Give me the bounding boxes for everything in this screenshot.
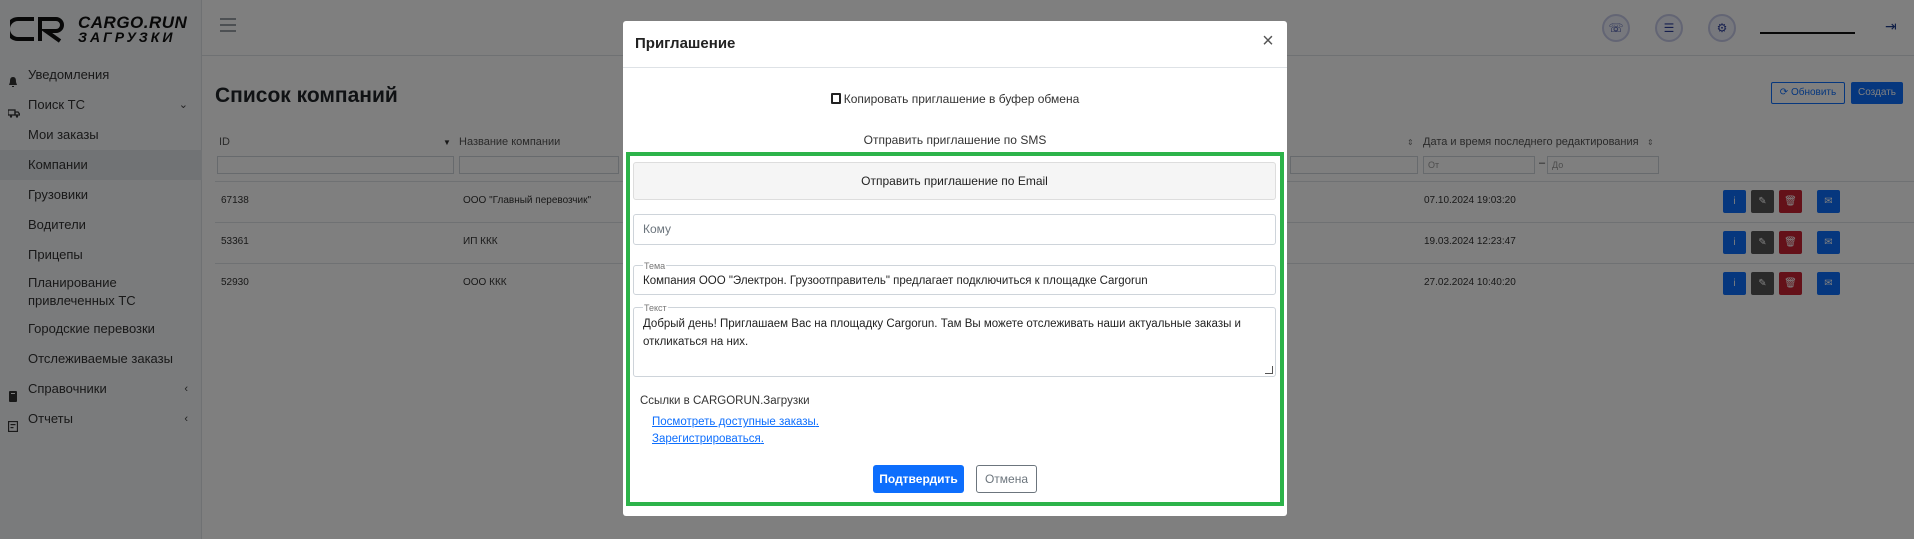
view-orders-link[interactable]: Посмотреть доступные заказы.	[652, 416, 819, 428]
subject-field[interactable]: Тема Компания ООО "Электрон. Грузоотправ…	[633, 261, 1276, 295]
subject-value: Компания ООО "Электрон. Грузоотправитель…	[643, 275, 1148, 287]
send-sms-link[interactable]: Отправить приглашение по SMS	[623, 133, 1287, 147]
message-label: Текст	[643, 303, 668, 313]
close-icon[interactable]: ×	[1259, 31, 1277, 51]
modal-title: Приглашение	[635, 35, 736, 52]
copy-invitation-link[interactable]: Копировать приглашение в буфер обмена	[623, 92, 1287, 106]
register-link[interactable]: Зарегистрироваться.	[652, 433, 764, 445]
links-heading: Ссылки в CARGORUN.Загрузки	[640, 395, 810, 407]
resize-handle-icon[interactable]	[1265, 366, 1273, 374]
clipboard-icon	[830, 93, 841, 104]
confirm-button[interactable]: Подтвердить	[873, 465, 964, 493]
message-textarea[interactable]: Текст Добрый день! Приглашаем Вас на пло…	[633, 303, 1276, 377]
cancel-button[interactable]: Отмена	[976, 465, 1037, 493]
modal-header: Приглашение ×	[623, 21, 1287, 68]
send-email-button[interactable]: Отправить приглашение по Email	[633, 162, 1276, 200]
subject-label: Тема	[643, 261, 667, 271]
message-value: Добрый день! Приглашаем Вас на площадку …	[643, 318, 1241, 348]
invitation-modal: Приглашение × Копировать приглашение в б…	[623, 21, 1287, 516]
recipient-input[interactable]: Кому	[633, 214, 1276, 245]
